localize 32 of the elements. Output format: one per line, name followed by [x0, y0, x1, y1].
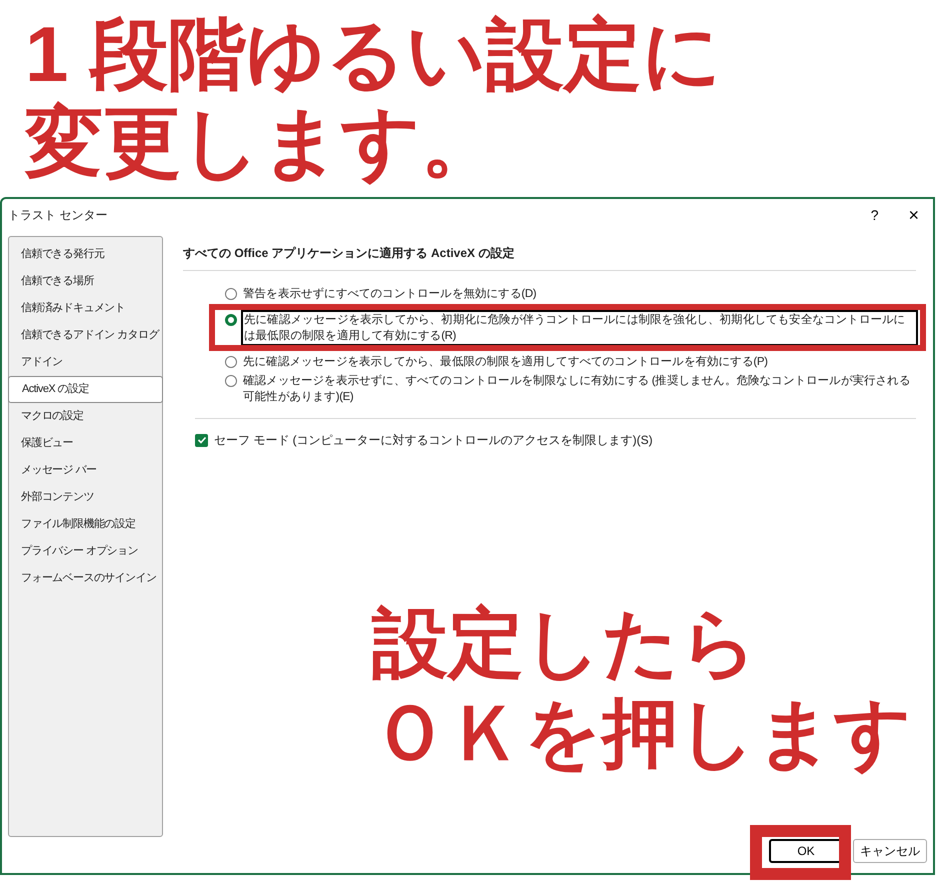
callout-text: 変更します。	[25, 98, 499, 186]
help-button[interactable]: ?	[870, 204, 878, 226]
dialog-button[interactable]: キャンセル	[853, 839, 927, 863]
sidebar-item[interactable]: アドイン	[9, 349, 162, 376]
close-button[interactable]: ×	[908, 202, 919, 228]
radio-button[interactable]	[225, 288, 237, 300]
callout-text: ＯＫを押します	[372, 690, 912, 778]
sidebar-item[interactable]: 信頼できるアドイン カタログ	[9, 322, 162, 349]
sidebar-item[interactable]: ActiveX の設定	[8, 376, 163, 403]
option-label[interactable]: 確認メッセージを表示せずに、すべてのコントロールを制限なしに有効にする (推奨しません。危険なコントロールが実行される可能性があります)(E)	[243, 373, 916, 405]
option-label[interactable]: 警告を表示せずにすべてのコントロールを無効にする(D)	[243, 286, 536, 302]
sidebar-item[interactable]: 外部コンテンツ	[9, 484, 162, 511]
sidebar-item[interactable]: ファイル制限機能の設定	[9, 511, 162, 538]
sidebar-item[interactable]: メッセージ バー	[9, 457, 162, 484]
option-label[interactable]: 先に確認メッセージを表示してから、最低限の制限を適用してすべてのコントロールを有効にする(P)	[243, 354, 768, 370]
checkbox[interactable]	[195, 434, 208, 446]
callout-text: 設定したら	[372, 600, 758, 688]
radio-button[interactable]	[225, 314, 237, 326]
sidebar-item[interactable]: マクロの設定	[9, 403, 162, 430]
sidebar-item[interactable]: プライバシー オプション	[9, 538, 162, 565]
sidebar-item[interactable]: 信頼済みドキュメント	[9, 295, 162, 322]
option-label[interactable]: 先に確認メッセージを表示してから、初期化に危険が伴うコントロールには制限を強化し、初期化しても安全なコントロールには最低限の制限を適用して有効にする(R)	[243, 312, 916, 344]
callout-text: 1 段階ゆるい設定に	[25, 10, 722, 98]
sidebar-item[interactable]: 信頼できる発行元	[9, 241, 162, 268]
radio-button[interactable]	[225, 375, 237, 387]
sidebar-item[interactable]: 保護ビュー	[9, 430, 162, 457]
checkbox-label[interactable]: セーフ モード (コンピューターに対するコントロールのアクセスを制限します)(S)	[214, 431, 653, 449]
window-title: トラスト センター	[8, 207, 108, 224]
section-title: すべての Office アプリケーションに適用する ActiveX の設定	[183, 244, 916, 271]
sidebar-item[interactable]: 信頼できる場所	[9, 268, 162, 295]
sidebar-item[interactable]: フォームベースのサインイン	[9, 565, 162, 592]
radio-button[interactable]	[225, 356, 237, 368]
